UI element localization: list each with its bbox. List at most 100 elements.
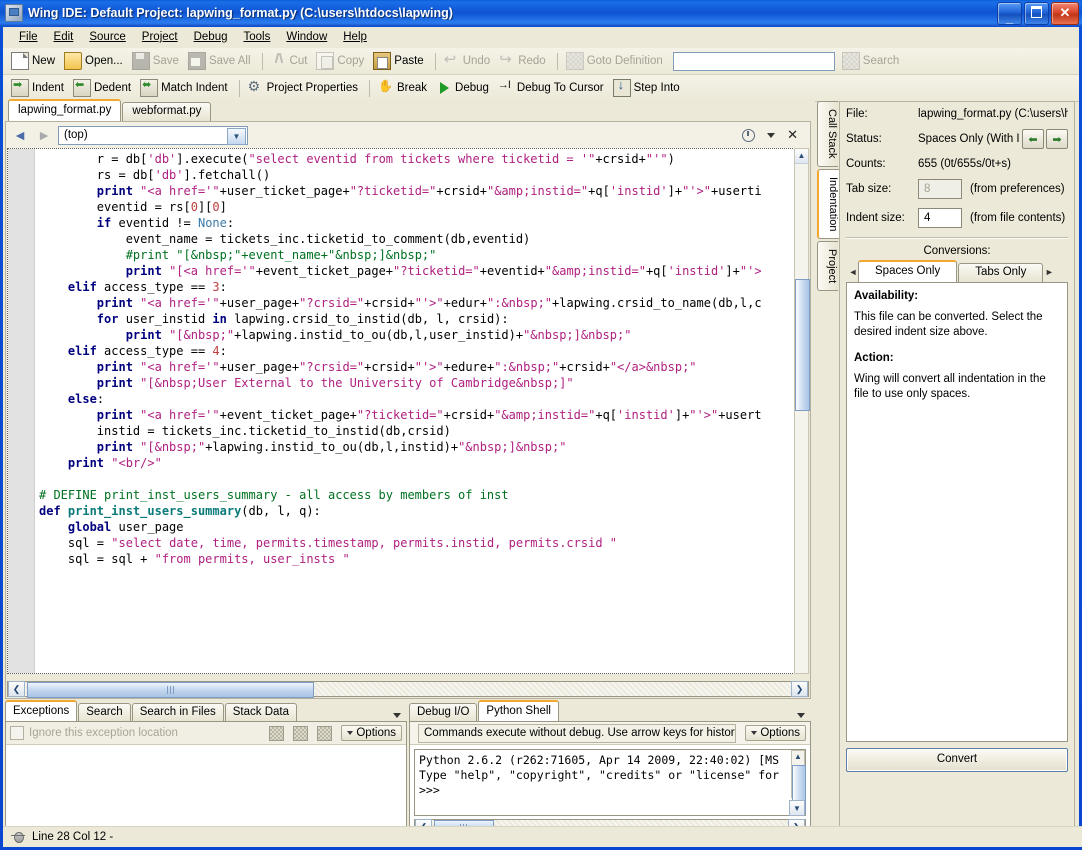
code-text[interactable]: r = db['db'].execute("select eventid fro… bbox=[35, 149, 808, 673]
code-line: print "[&nbsp;"+lapwing.instid_to_ou(db,… bbox=[125, 328, 632, 342]
toolbar-separator bbox=[434, 52, 436, 70]
panel-menu-icon[interactable] bbox=[393, 713, 401, 718]
paste-button[interactable]: Paste bbox=[370, 50, 429, 72]
shell-vertical-scrollbar[interactable]: ▲ bbox=[791, 750, 806, 813]
tab-lapwing-format-py[interactable]: lapwing_format.py bbox=[8, 99, 122, 121]
save-button[interactable]: Save bbox=[129, 50, 185, 72]
hscroll-track[interactable] bbox=[25, 682, 791, 698]
debug-to-cursor-button[interactable]: Debug To Cursor bbox=[495, 78, 610, 98]
match-indent-label: Match Indent bbox=[161, 82, 228, 94]
conv-scroll-right-icon[interactable]: ► bbox=[1044, 262, 1054, 282]
app-icon bbox=[5, 4, 23, 22]
exception-action-1-icon[interactable] bbox=[269, 725, 285, 741]
vtab-indentation[interactable]: Indentation bbox=[817, 168, 839, 239]
scrollbar-thumb[interactable] bbox=[795, 279, 810, 411]
new-button-label: New bbox=[32, 55, 56, 67]
menu-project[interactable]: Project bbox=[134, 29, 186, 45]
tab-debug-io[interactable]: Debug I/O bbox=[409, 703, 478, 721]
step-into-icon bbox=[612, 77, 631, 97]
panel-menu-icon[interactable] bbox=[797, 713, 805, 718]
exception-action-2-icon[interactable] bbox=[293, 725, 309, 741]
search-button[interactable]: Search bbox=[839, 50, 905, 72]
menu-debug[interactable]: Debug bbox=[186, 29, 236, 45]
toolbar-separator bbox=[556, 52, 558, 70]
vtab-project[interactable]: Project bbox=[817, 240, 838, 292]
tab-exceptions[interactable]: Exceptions bbox=[5, 700, 78, 721]
scroll-down-icon[interactable]: ▼ bbox=[789, 800, 805, 816]
menu-file[interactable]: File bbox=[11, 29, 46, 45]
close-button[interactable]: ✕ bbox=[1051, 2, 1079, 25]
tab-tabs-only[interactable]: Tabs Only bbox=[958, 263, 1044, 282]
minimize-button[interactable]: _ bbox=[997, 2, 1022, 25]
step-into-button[interactable]: Step Into bbox=[610, 77, 686, 99]
status-bar: Line 28 Col 12 - bbox=[3, 826, 1082, 847]
tab-search-in-files[interactable]: Search in Files bbox=[131, 703, 224, 721]
convert-button[interactable]: Convert bbox=[846, 748, 1068, 772]
scroll-right-icon[interactable]: ❯ bbox=[791, 681, 808, 697]
hscroll-thumb[interactable] bbox=[27, 682, 314, 698]
scroll-left-icon[interactable]: ❮ bbox=[8, 681, 25, 697]
scope-selector-value: (top) bbox=[64, 129, 88, 141]
chevron-down-icon[interactable] bbox=[767, 132, 776, 138]
menu-source[interactable]: Source bbox=[81, 29, 133, 45]
editor-toolbar: ◄ ► (top) ▼ ✕ bbox=[6, 122, 810, 148]
new-button[interactable]: New bbox=[8, 50, 61, 72]
save-all-button[interactable]: Save All bbox=[185, 50, 257, 72]
editor-vertical-scrollbar[interactable]: ▲ bbox=[794, 148, 810, 674]
search-magnifier-icon bbox=[841, 52, 860, 70]
status-next-button[interactable]: ➡ bbox=[1046, 129, 1068, 149]
cut-button[interactable]: Cut bbox=[268, 51, 314, 71]
exceptions-options-button[interactable]: Options bbox=[341, 725, 402, 741]
break-label: Break bbox=[396, 82, 428, 94]
history-clock-icon[interactable] bbox=[742, 128, 756, 142]
conv-scroll-left-icon[interactable]: ◄ bbox=[848, 262, 858, 282]
undo-button[interactable]: Undo bbox=[441, 50, 497, 71]
status-prev-button[interactable]: ⬅ bbox=[1022, 129, 1044, 149]
menu-edit[interactable]: Edit bbox=[46, 29, 82, 45]
break-button[interactable]: Break bbox=[375, 78, 433, 98]
indent-size-input[interactable]: 4 bbox=[918, 208, 962, 228]
match-indent-button[interactable]: Match Indent bbox=[137, 77, 233, 99]
copy-button[interactable]: Copy bbox=[313, 50, 370, 72]
maximize-button[interactable] bbox=[1024, 2, 1049, 25]
indent-size-label: Indent size: bbox=[846, 212, 905, 224]
python-shell-output[interactable]: Python 2.6.2 (r262:71605, Apr 14 2009, 2… bbox=[414, 749, 806, 816]
tab-stack-data[interactable]: Stack Data bbox=[224, 703, 298, 721]
navigate-forward-icon[interactable]: ► bbox=[34, 126, 54, 144]
shell-panel: Debug I/O Python Shell Commands execute … bbox=[409, 700, 811, 839]
scroll-up-icon[interactable]: ▲ bbox=[792, 751, 804, 764]
chevron-down-icon[interactable]: ▼ bbox=[227, 127, 246, 145]
grip-icon bbox=[166, 686, 175, 694]
scope-selector[interactable]: (top) ▼ bbox=[58, 125, 248, 145]
project-properties-label: Project Properties bbox=[266, 82, 358, 94]
code-line: # DEFINE print_inst_users_summary - all … bbox=[39, 488, 509, 502]
goto-definition-button[interactable]: Goto Definition bbox=[563, 50, 669, 72]
tab-search[interactable]: Search bbox=[78, 703, 131, 721]
tab-webformat-py[interactable]: webformat.py bbox=[122, 102, 212, 121]
code-editor[interactable]: r = db['db'].execute("select eventid fro… bbox=[7, 148, 809, 674]
editor-horizontal-scrollbar[interactable]: ❮ ❯ bbox=[7, 681, 809, 698]
menu-window[interactable]: Window bbox=[278, 29, 335, 45]
dedent-button[interactable]: Dedent bbox=[70, 77, 137, 99]
debug-button[interactable]: Debug bbox=[433, 78, 495, 98]
shell-options-button[interactable]: Options bbox=[745, 725, 806, 741]
tab-size-input[interactable]: 8 bbox=[918, 179, 962, 199]
code-line: for user_instid in lapwing.crsid_to_inst… bbox=[96, 312, 509, 326]
chevron-down-icon bbox=[347, 731, 354, 735]
indent-button[interactable]: Indent bbox=[8, 77, 70, 99]
ignore-exception-checkbox[interactable] bbox=[10, 726, 24, 740]
tab-python-shell[interactable]: Python Shell bbox=[478, 700, 559, 721]
vtab-call-stack[interactable]: Call Stack bbox=[817, 101, 838, 167]
tab-spaces-only[interactable]: Spaces Only bbox=[858, 260, 958, 282]
close-editor-icon[interactable]: ✕ bbox=[787, 128, 798, 141]
navigate-back-icon[interactable]: ◄ bbox=[10, 126, 30, 144]
search-input[interactable] bbox=[672, 51, 835, 71]
menu-help[interactable]: Help bbox=[335, 29, 375, 45]
redo-button[interactable]: Redo bbox=[496, 50, 552, 71]
menu-tools[interactable]: Tools bbox=[235, 29, 278, 45]
code-line: print "<a href='"+user_page+"?crsid="+cr… bbox=[96, 360, 697, 374]
project-properties-button[interactable]: Project Properties bbox=[245, 78, 364, 98]
exception-action-3-icon[interactable] bbox=[317, 725, 333, 741]
open-button[interactable]: Open... bbox=[61, 50, 129, 72]
scroll-up-icon[interactable]: ▲ bbox=[795, 149, 808, 164]
